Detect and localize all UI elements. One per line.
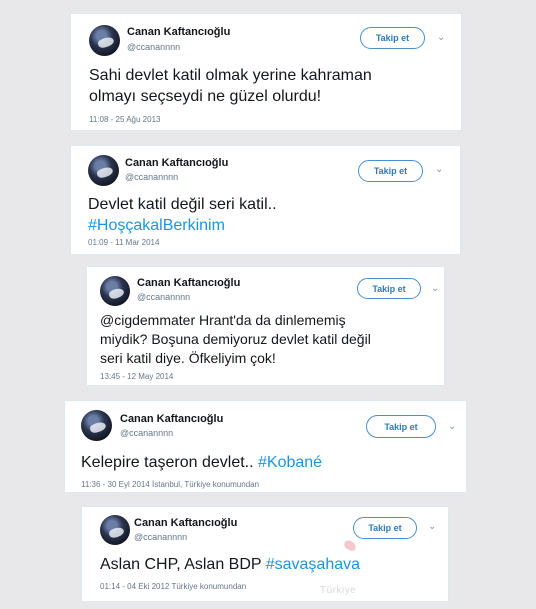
follow-button[interactable]: Takip et: [353, 517, 417, 539]
author-name[interactable]: Canan Kaftancıoğlu: [127, 26, 230, 38]
author-handle[interactable]: @ccanannnn: [137, 292, 190, 302]
tweet-text-line: Devlet katil değil seri katil..: [88, 196, 277, 213]
author-handle[interactable]: @ccanannnn: [134, 532, 187, 542]
tweet-card: Canan Kaftancıoğlu @ccanannnn Takip et ⌄…: [70, 145, 461, 255]
tweet-text: Kelepire taşeron devlet.. #Kobané: [81, 452, 322, 473]
tweet-text-line: Sahi devlet katil olmak yerine kahraman: [89, 67, 372, 84]
tweet-text-line: @cigdemmater Hrant'da da dinlememiş: [100, 312, 346, 328]
follow-button[interactable]: Takip et: [360, 27, 425, 49]
chevron-down-icon[interactable]: ⌄: [431, 283, 439, 294]
hashtag-link[interactable]: #savaşahava: [266, 556, 360, 573]
chevron-down-icon[interactable]: ⌄: [428, 521, 436, 532]
tweet-text-line: seri katil diye. Öfkeliyim çok!: [100, 350, 276, 366]
tweet-timestamp[interactable]: 11:08 - 25 Ağu 2013: [89, 115, 160, 124]
tweet-text-line: miydik? Boşuna demiyoruz devlet katil de…: [100, 331, 371, 347]
tweet-text-line: Aslan CHP, Aslan BDP: [100, 556, 262, 573]
watermark: Türkiye: [320, 585, 357, 596]
stamp-mark: [342, 539, 358, 552]
tweet-text-line: olmayı seçseydi ne güzel olurdu!: [89, 88, 322, 105]
avatar[interactable]: [100, 515, 130, 545]
tweet-card: Canan Kaftancıoğlu @ccanannnn Takip et ⌄…: [64, 400, 467, 493]
author-name[interactable]: Canan Kaftancıoğlu: [134, 517, 237, 529]
author-name[interactable]: Canan Kaftancıoğlu: [125, 157, 228, 169]
author-name[interactable]: Canan Kaftancıoğlu: [137, 277, 240, 289]
chevron-down-icon[interactable]: ⌄: [435, 164, 443, 175]
avatar[interactable]: [88, 155, 119, 186]
tweet-timestamp[interactable]: 13:45 - 12 May 2014: [100, 372, 173, 381]
author-handle[interactable]: @ccanannnn: [127, 42, 180, 52]
tweet-card: Canan Kaftancıoğlu @ccanannnn Takip et ⌄…: [86, 266, 445, 386]
author-handle[interactable]: @ccanannnn: [125, 172, 178, 182]
tweet-text: Sahi devlet katil olmak yerine kahraman …: [89, 65, 372, 107]
follow-button[interactable]: Takip et: [358, 160, 423, 182]
tweet-card: Canan Kaftancıoğlu @ccanannnn Takip et ⌄…: [81, 506, 449, 602]
avatar[interactable]: [89, 25, 120, 56]
tweet-timestamp[interactable]: 11:36 - 30 Eyl 2014 İstanbul, Türkiye ko…: [81, 480, 259, 489]
chevron-down-icon[interactable]: ⌄: [448, 421, 456, 432]
avatar[interactable]: [100, 276, 130, 306]
tweet-text-line: Kelepire taşeron devlet..: [81, 454, 254, 471]
tweet-card: Canan Kaftancıoğlu @ccanannnn Takip et ⌄…: [70, 13, 462, 131]
tweet-timestamp[interactable]: 01:14 - 04 Eki 2012 Türkiye konumundan: [100, 582, 246, 591]
tweet-text: Aslan CHP, Aslan BDP #savaşahava: [100, 554, 360, 575]
tweet-text: Devlet katil değil seri katil.. #Hoşçaka…: [88, 194, 277, 236]
hashtag-link[interactable]: #Kobané: [258, 454, 322, 471]
author-handle[interactable]: @ccanannnn: [120, 428, 173, 438]
avatar[interactable]: [81, 410, 112, 441]
follow-button[interactable]: Takip et: [366, 415, 436, 438]
author-name[interactable]: Canan Kaftancıoğlu: [120, 413, 223, 425]
hashtag-link[interactable]: #HoşçakalBerkinim: [88, 215, 277, 236]
tweet-timestamp[interactable]: 01:09 - 11 Mar 2014: [88, 238, 159, 247]
chevron-down-icon[interactable]: ⌄: [437, 32, 445, 43]
follow-button[interactable]: Takip et: [357, 278, 421, 299]
tweet-text: @cigdemmater Hrant'da da dinlememiş miyd…: [100, 311, 371, 368]
